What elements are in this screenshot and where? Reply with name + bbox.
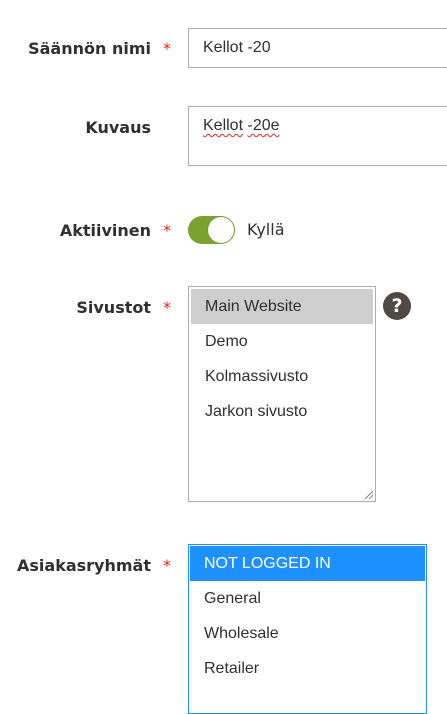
toggle-knob xyxy=(208,217,234,243)
active-label: Aktiivinen xyxy=(59,221,151,240)
required-mark: * xyxy=(163,556,171,575)
customer-groups-option[interactable]: Wholesale xyxy=(190,616,425,651)
customer-groups-option[interactable]: Retailer xyxy=(190,651,425,686)
websites-option[interactable]: Demo xyxy=(191,324,373,359)
resize-grip-icon[interactable] xyxy=(363,489,373,499)
description-word-1: Kellot xyxy=(203,117,244,134)
customer-groups-option[interactable]: General xyxy=(190,581,425,616)
question-circle-icon[interactable]: ? xyxy=(383,292,411,320)
websites-multiselect[interactable]: Main Website Demo Kolmassivusto Jarkon s… xyxy=(188,286,376,502)
rule-name-label: Säännön nimi xyxy=(28,39,151,58)
rule-name-input[interactable]: Kellot -20 xyxy=(188,28,447,68)
rule-name-value: Kellot -20 xyxy=(203,39,271,56)
customer-groups-option[interactable]: NOT LOGGED IN xyxy=(190,546,425,581)
required-mark: * xyxy=(163,298,171,317)
active-toggle[interactable] xyxy=(188,216,235,244)
required-mark: * xyxy=(163,221,171,240)
customer-groups-multiselect[interactable]: NOT LOGGED IN General Wholesale Retailer xyxy=(188,544,427,714)
description-label: Kuvaus xyxy=(85,118,151,137)
websites-option[interactable]: Jarkon sivusto xyxy=(191,394,373,429)
active-toggle-text: Kyllä xyxy=(247,220,285,239)
required-mark: * xyxy=(163,39,171,58)
description-textarea[interactable]: Kellot -20e xyxy=(188,106,447,166)
websites-option[interactable]: Kolmassivusto xyxy=(191,359,373,394)
description-word-2: -20e xyxy=(247,117,280,134)
customer-groups-label: Asiakasryhmät xyxy=(17,556,151,575)
websites-option[interactable]: Main Website xyxy=(191,289,373,324)
websites-label: Sivustot xyxy=(76,298,151,317)
